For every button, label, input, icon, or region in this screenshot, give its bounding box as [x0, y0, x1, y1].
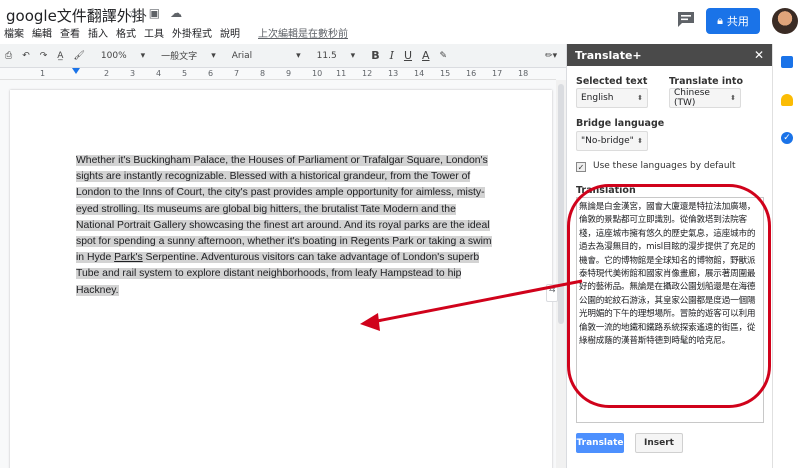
scrollbar-thumb[interactable]	[558, 84, 564, 324]
zoom-value: 100%	[100, 50, 127, 61]
insert-button[interactable]: Insert	[635, 433, 683, 453]
target-language-select[interactable]: Chinese (TW) ⬍	[669, 88, 741, 108]
menu-addons[interactable]: 外掛程式	[172, 25, 212, 40]
ruler-tick: 15	[440, 69, 451, 78]
avatar[interactable]	[772, 8, 798, 34]
print-icon[interactable]: ⎙	[0, 51, 17, 61]
ruler-tick: 17	[492, 69, 503, 78]
bridge-language-value: "No-bridge"	[581, 136, 634, 146]
style-value: 一般文字	[161, 52, 198, 62]
document-scrollbar[interactable]	[556, 80, 566, 468]
zoom-select[interactable]: 100% ▾	[96, 51, 150, 61]
menu-help[interactable]: 說明	[220, 25, 240, 40]
document-canvas: Whether it's Buckingham Palace, the Hous…	[0, 80, 556, 468]
menu-view[interactable]: 查看	[60, 25, 80, 40]
ruler-tick: 6	[208, 69, 214, 78]
ruler-tick: 8	[260, 69, 266, 78]
ruler-tick: 13	[388, 69, 399, 78]
updown-icon: ⬍	[637, 94, 643, 102]
ruler-tick: 7	[234, 69, 240, 78]
ruler: 1 2 3 4 5 6 7 8 9 10 11 12 13 14 15 16 1…	[0, 68, 556, 80]
font-select[interactable]: Arial ▾	[227, 51, 306, 61]
sidebar-title: Translate+	[575, 48, 642, 62]
ruler-tick: 12	[362, 69, 373, 78]
bold-button[interactable]: B	[366, 49, 384, 62]
selected-text[interactable]: Whether it's Buckingham Palace, the Hous…	[76, 155, 492, 264]
last-edit-link[interactable]: 上次編輯是在數秒前	[258, 25, 348, 40]
target-language-value: Chinese (TW)	[674, 88, 710, 108]
keep-icon[interactable]	[781, 94, 793, 106]
translate-sidebar: Translate+ ✕ Selected text Translate int…	[566, 44, 772, 468]
cloud-status-icon[interactable]: ☁	[170, 6, 182, 20]
ruler-tick: 16	[466, 69, 477, 78]
ruler-tick: 1	[40, 69, 46, 78]
header: google文件翻譯外掛 ☆ ▣ ☁ 檔案 編輯 查看 插入 格式 工具 外掛程…	[0, 0, 800, 44]
source-language-select[interactable]: English ⬍	[576, 88, 648, 108]
menu-format[interactable]: 格式	[116, 25, 136, 40]
app-window: google文件翻譯外掛 ☆ ▣ ☁ 檔案 編輯 查看 插入 格式 工具 外掛程…	[0, 0, 800, 468]
font-size-select[interactable]: 11.5 ▾	[312, 51, 361, 61]
explore-tab-icon[interactable]: ⇆	[546, 284, 558, 302]
menu-insert[interactable]: 插入	[88, 25, 108, 40]
side-panel-rail: ✓	[772, 44, 800, 468]
ruler-tick: 10	[312, 69, 323, 78]
bridge-language-select[interactable]: "No-bridge" ⬍	[576, 131, 648, 151]
spellcheck-icon[interactable]: A̲	[52, 51, 68, 61]
tasks-icon[interactable]: ✓	[781, 132, 793, 144]
ruler-tick: 11	[336, 69, 347, 78]
highlight-icon[interactable]: ✎	[435, 51, 453, 61]
lock-icon: 🔒︎	[717, 14, 723, 27]
italic-button[interactable]: I	[385, 49, 399, 62]
style-select[interactable]: 一般文字 ▾	[156, 49, 221, 63]
menu-bar: 檔案 編輯 查看 插入 格式 工具 外掛程式 說明 上次編輯是在數秒前	[4, 25, 348, 40]
updown-icon: ⬍	[730, 94, 736, 102]
default-languages-label: Use these languages by default	[593, 161, 736, 171]
ruler-tick: 4	[156, 69, 162, 78]
toolbar: ⎙ ↶ ↷ A̲ 🖌︎ 100% ▾ 一般文字 ▾ Arial ▾ 11.5 ▾ B I…	[0, 44, 575, 68]
translate-into-label: Translate into	[669, 76, 743, 87]
share-button[interactable]: 🔒︎ 共用	[706, 8, 760, 34]
undo-icon[interactable]: ↶	[17, 51, 35, 61]
ruler-tick: 14	[414, 69, 425, 78]
ruler-tick: 18	[518, 69, 529, 78]
ruler-tick: 2	[104, 69, 110, 78]
font-size-value: 11.5	[316, 50, 337, 61]
document-body[interactable]: Whether it's Buckingham Palace, the Hous…	[76, 153, 496, 299]
star-icon[interactable]: ☆	[128, 6, 139, 20]
chevron-down-icon: ▾	[211, 50, 216, 61]
menu-tools[interactable]: 工具	[144, 25, 164, 40]
default-languages-checkbox[interactable]: ✓	[576, 162, 586, 172]
document-page[interactable]: Whether it's Buckingham Palace, the Hous…	[10, 90, 552, 468]
title-icons: ☆ ▣ ☁	[128, 6, 182, 20]
updown-icon: ⬍	[637, 137, 643, 145]
sidebar-header: Translate+ ✕	[567, 44, 772, 66]
text-color-button[interactable]: A	[417, 49, 435, 62]
ruler-tick: 9	[286, 69, 292, 78]
close-icon[interactable]: ✕	[754, 48, 764, 62]
comment-icon[interactable]	[676, 10, 696, 28]
selected-text-label: Selected text	[576, 76, 648, 87]
calendar-icon[interactable]	[781, 56, 793, 68]
menu-edit[interactable]: 編輯	[32, 25, 52, 40]
underline-button[interactable]: U	[399, 49, 417, 62]
move-folder-icon[interactable]: ▣	[149, 6, 160, 20]
bridge-language-label: Bridge language	[576, 118, 665, 129]
selected-text-link[interactable]: Park's	[114, 252, 143, 264]
chevron-down-icon: ▾	[350, 50, 356, 61]
ruler-tick: 3	[130, 69, 136, 78]
chevron-down-icon: ▾	[296, 50, 301, 61]
translate-button[interactable]: Translate	[576, 433, 624, 453]
menu-file[interactable]: 檔案	[4, 25, 24, 40]
annotation-ellipse	[567, 184, 771, 408]
ruler-tick: 5	[182, 69, 188, 78]
doc-title[interactable]: google文件翻譯外掛	[6, 5, 147, 26]
source-language-value: English	[581, 93, 614, 103]
share-label: 共用	[726, 15, 749, 28]
indent-marker[interactable]	[72, 68, 80, 74]
paint-format-icon[interactable]: 🖌︎	[68, 51, 89, 61]
chevron-down-icon: ▾	[140, 50, 146, 61]
font-value: Arial	[231, 50, 253, 61]
editing-mode-icon[interactable]: ✏▾	[540, 51, 562, 61]
redo-icon[interactable]: ↷	[35, 51, 53, 61]
